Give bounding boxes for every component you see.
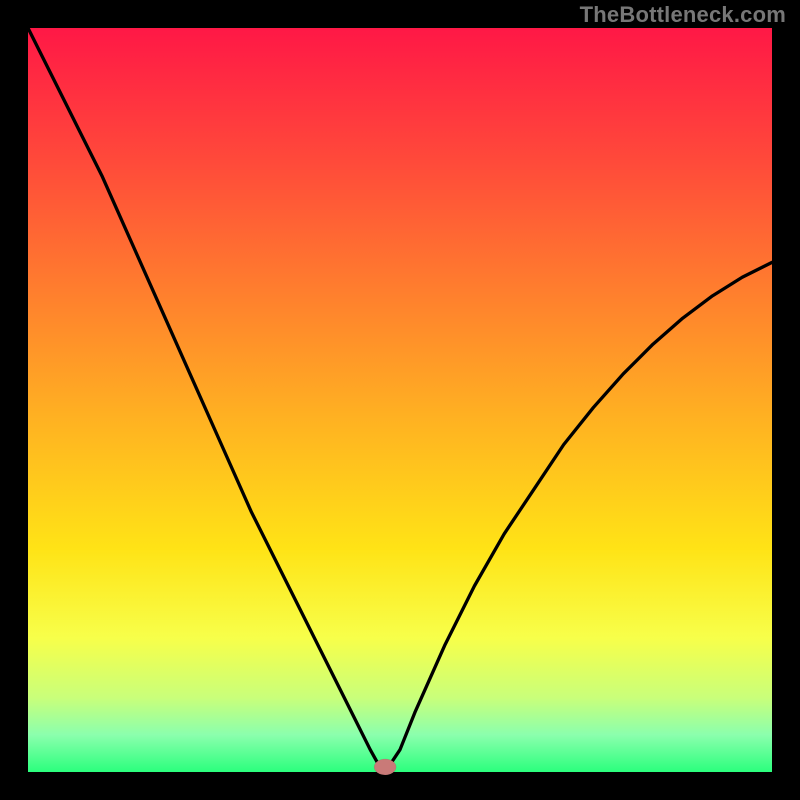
chart-frame: TheBottleneck.com [0, 0, 800, 800]
curve-path [28, 28, 772, 772]
chart-svg [28, 28, 772, 772]
minimum-marker [374, 759, 396, 775]
watermark-label: TheBottleneck.com [580, 2, 786, 28]
plot-area [28, 28, 772, 772]
